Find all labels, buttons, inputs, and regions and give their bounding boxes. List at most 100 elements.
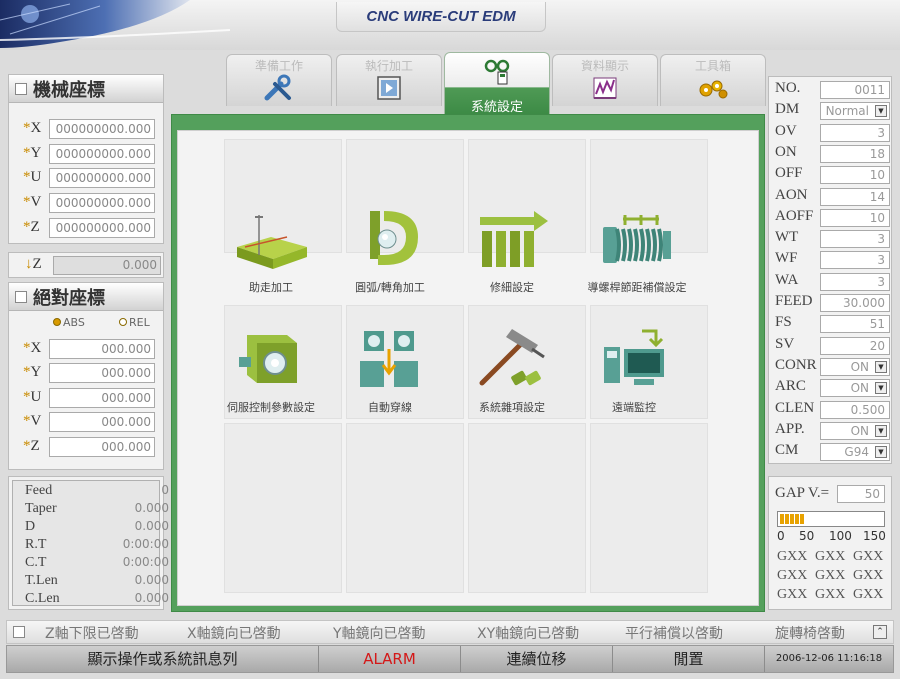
param-field[interactable]: 20 (820, 336, 890, 355)
param-label: CM (775, 442, 799, 459)
chevron-down-icon[interactable]: ▼ (875, 105, 887, 118)
play-icon (377, 76, 401, 100)
absolute-coords-header: 絕對座標 (9, 283, 163, 311)
status-flag: 平行補償以啓動 (625, 626, 723, 642)
tab-system-settings[interactable]: 系統設定 (444, 52, 550, 115)
param-label: FS (775, 314, 792, 331)
gcode-status: GXX (853, 587, 884, 602)
param-field[interactable]: 18 (820, 144, 890, 163)
function-arc-corner[interactable]: 圓弧/轉角加工 (330, 207, 450, 321)
alarm-indicator[interactable]: ALARM (319, 646, 461, 672)
status-row: R.T 0:00:00 (25, 537, 169, 552)
chevron-down-icon[interactable]: ▼ (875, 446, 887, 459)
machine-axis-row: *V 000000000.000 (9, 193, 163, 213)
param-row: FS 51 (775, 314, 890, 334)
tab-toolbox[interactable]: 工具箱 (660, 54, 766, 106)
axis-label: Z (30, 219, 40, 235)
axis-value: 000000000.000 (49, 193, 155, 213)
function-servo-params[interactable]: 伺服控制參數設定 (211, 327, 331, 441)
param-field[interactable]: 0011 (820, 81, 890, 99)
remote-monitor-icon (604, 329, 664, 385)
param-field[interactable]: 30.000 (820, 294, 890, 312)
param-label: OFF (775, 165, 803, 182)
radio-selected-icon (53, 318, 61, 326)
param-row: WA 3 (775, 272, 890, 292)
gap-scale-150: 150 (863, 529, 886, 543)
gcode-status: GXX (777, 549, 808, 564)
param-field[interactable]: 10 (820, 208, 890, 227)
gcode-status: GXX (853, 549, 884, 564)
axis-value: 000000000.000 (49, 119, 155, 139)
param-value: 3 (877, 125, 885, 140)
param-field[interactable]: 0.500 (820, 400, 890, 419)
z-limit-label: Z (32, 256, 42, 272)
param-field[interactable]: 3 (820, 230, 890, 249)
param-field[interactable]: 10 (820, 166, 890, 185)
status-row: T.Len 0.000 (25, 573, 169, 588)
function-wire-approach[interactable]: 助走加工 (211, 207, 331, 321)
wire-plate-icon (237, 215, 307, 269)
chevron-down-icon[interactable]: ▼ (875, 424, 887, 437)
param-select[interactable]: G94 ▼ (820, 443, 890, 462)
chevron-down-icon[interactable]: ▼ (875, 360, 887, 373)
gap-label: GAP V.= (775, 485, 830, 501)
param-row: OFF 10 (775, 165, 890, 185)
arrow-down-icon: ↓ (25, 256, 33, 272)
rel-radio[interactable]: REL (119, 316, 150, 329)
gcode-status: GXX (815, 568, 846, 583)
absolute-axis-row: *Z 000.000 (9, 437, 163, 457)
function-trim-settings[interactable]: 修細設定 (452, 207, 572, 321)
tab-data-display[interactable]: 資料顯示 (552, 54, 658, 106)
absolute-axis-row: *U 000.000 (9, 388, 163, 408)
absolute-coords-checkbox[interactable] (15, 290, 27, 303)
param-label: ARC (775, 378, 806, 395)
param-row: DM Normal ▼ (775, 101, 890, 121)
param-field[interactable]: 3 (820, 123, 890, 142)
axis-value: 000.000 (49, 363, 155, 383)
axis-label: X (30, 340, 42, 356)
function-grid: 助走加工 圓弧/轉角加工 修細設定 導螺桿節距補償設定 伺服控制參數設定 自動穿… (177, 130, 759, 606)
status-flags-bar: Z軸下限已啓動 X軸鏡向已啓動 Y軸鏡向已啓動 XY軸鏡向已啓動 平行補償以啓動… (6, 620, 894, 644)
param-select[interactable]: Normal ▼ (820, 102, 890, 121)
abs-rel-selector: ABS REL (9, 315, 163, 331)
param-label: FEED (775, 293, 813, 309)
function-leadscrew-pitch[interactable]: 導螺桿節距補償設定 (577, 207, 697, 321)
machine-coords-header: 機械座標 (9, 75, 163, 103)
param-field[interactable]: 51 (820, 315, 890, 334)
function-misc-settings[interactable]: 系統雜項設定 (452, 327, 572, 441)
param-field[interactable]: 3 (820, 272, 890, 291)
param-row: ARC ON ▼ (775, 378, 890, 398)
param-value: ON (850, 381, 869, 396)
param-select[interactable]: ON ▼ (820, 421, 890, 440)
abs-radio[interactable]: ABS (53, 316, 85, 329)
function-auto-thread[interactable]: 自動穿線 (330, 327, 450, 441)
param-row: WT 3 (775, 229, 890, 249)
param-field[interactable]: 3 (820, 251, 890, 270)
gap-meter-fill (780, 514, 805, 524)
param-value: 14 (869, 189, 885, 204)
gap-scale-100: 100 (829, 529, 852, 543)
tab-execute[interactable]: 執行加工 (336, 54, 442, 106)
expand-up-icon[interactable]: ⌃ (873, 625, 887, 639)
param-field[interactable]: 14 (820, 187, 890, 206)
axis-value: 000000000.000 (49, 168, 155, 188)
axis-value: 000.000 (49, 339, 155, 359)
jog-mode[interactable]: 連續位移 (461, 646, 613, 672)
param-value: 30.000 (843, 296, 885, 310)
machine-state: 閒置 (613, 646, 765, 672)
machine-coords-checkbox[interactable] (15, 82, 27, 95)
gcode-status: GXX (853, 568, 884, 583)
datetime: 2006-12-06 11:16:18 (775, 653, 883, 664)
function-remote-monitor[interactable]: 遠端監控 (574, 327, 694, 441)
param-value: G94 (844, 445, 869, 460)
param-value: 3 (877, 232, 885, 247)
param-select[interactable]: ON ▼ (820, 357, 890, 376)
param-select[interactable]: ON ▼ (820, 379, 890, 398)
arc-corner-icon (370, 211, 418, 265)
function-label: 伺服控制參數設定 (227, 401, 315, 414)
tab-preparation[interactable]: 準備工作 (226, 54, 332, 106)
status-flags-checkbox[interactable] (13, 626, 25, 638)
chevron-down-icon[interactable]: ▼ (875, 382, 887, 395)
param-label: AON (775, 186, 808, 203)
param-label: DM (775, 101, 800, 118)
